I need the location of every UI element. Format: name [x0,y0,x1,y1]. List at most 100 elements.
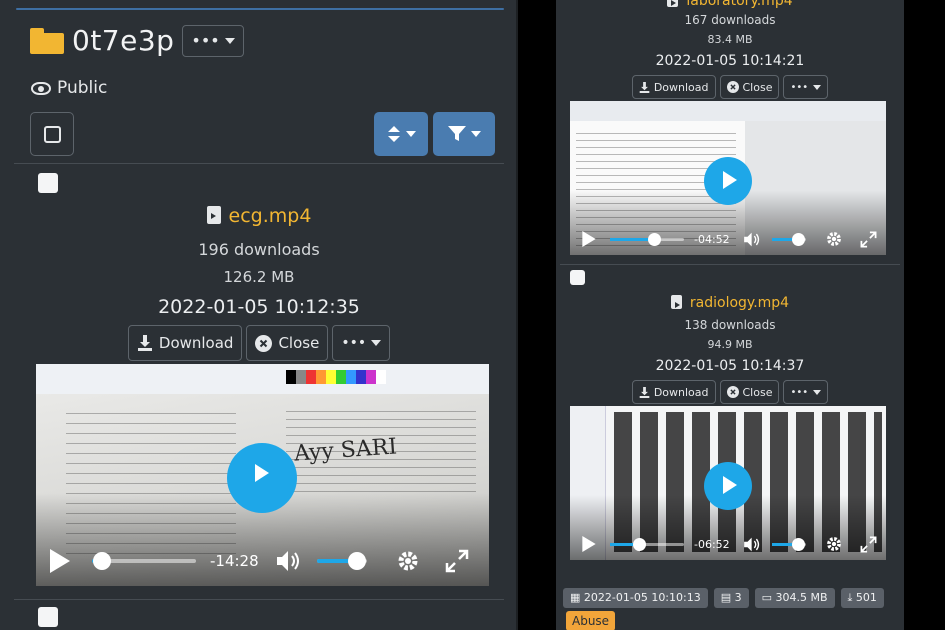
checkbox-icon [43,125,61,143]
progress-bar[interactable] [610,232,684,246]
summary-downloads-badge: ⤓ 501 [840,588,884,608]
settings-gear-icon[interactable] [397,550,419,572]
file-checkbox[interactable] [38,173,58,193]
close-circle-icon [726,386,739,398]
abuse-button[interactable]: Abuse [566,611,616,630]
volume-handle[interactable] [792,537,806,551]
file-checkbox[interactable] [570,270,585,285]
volume-icon[interactable] [743,232,762,247]
card-divider [560,264,900,265]
progress-bar[interactable] [610,537,684,551]
filter-button[interactable] [433,112,495,156]
download-label: Download [158,334,234,352]
summary-files: 3 [734,591,742,604]
download-count: 167 downloads [684,13,776,27]
folder-header: 0t7e3p ••• [30,24,244,57]
more-icon: ••• [341,335,367,351]
file-actions: Download Close ••• [556,75,904,99]
file-title: radiology.mp4 [556,295,904,311]
file-checkbox[interactable] [38,607,58,627]
file-name-link[interactable]: radiology.mp4 [690,295,789,311]
play-button[interactable] [704,462,752,510]
progress-handle[interactable] [647,232,661,246]
summary-downloads: 501 [855,591,877,604]
close-button[interactable]: Close [719,380,780,404]
drive-icon: ▭ [761,591,776,604]
video-controls: -06:52 [582,534,878,554]
download-icon: ⤓ [847,591,856,604]
video-file-icon [206,206,221,224]
volume-handle[interactable] [792,232,806,246]
time-remaining: -14:28 [210,552,259,570]
file-more-button[interactable]: ••• [783,380,829,404]
play-icon[interactable] [582,536,596,552]
folder-icon [30,27,64,54]
summary-files-badge: ▤ 3 [713,588,749,608]
play-icon[interactable] [582,231,596,247]
color-palette [286,370,386,384]
more-icon: ••• [790,81,809,93]
download-count: 138 downloads [684,318,776,332]
download-label: Download [653,80,709,94]
folder-more-button[interactable]: ••• [182,24,244,57]
close-circle-icon [255,334,273,352]
video-frame-toolbar [570,101,886,121]
file-name-link[interactable]: laboratory.mp4 [686,0,792,9]
file-title: laboratory.mp4 [556,0,904,9]
volume-icon[interactable] [276,550,303,572]
volume-slider[interactable] [771,537,806,551]
filter-icon [447,126,466,141]
close-button[interactable]: Close [719,75,780,99]
files-icon: ▤ [720,591,735,604]
settings-gear-icon[interactable] [826,536,842,552]
close-label: Close [742,80,773,94]
video-player-laboratory[interactable]: -04:52 [570,101,886,255]
file-more-button[interactable]: ••• [783,75,829,99]
play-button[interactable] [227,443,297,513]
fullscreen-icon[interactable] [860,536,877,553]
file-title: ecg.mp4 [14,205,504,227]
video-file-icon [670,295,682,309]
file-actions: Download Close ••• [556,380,904,404]
fullscreen-icon[interactable] [445,549,469,573]
fullscreen-icon[interactable] [860,231,877,248]
visibility-indicator: Public [31,78,107,98]
download-button[interactable]: Download [127,325,243,361]
play-icon[interactable] [50,549,70,573]
sort-button[interactable] [374,112,428,156]
visibility-label: Public [57,78,108,98]
folder-name: 0t7e3p [72,24,175,57]
volume-slider[interactable] [771,232,806,246]
video-player-ecg[interactable]: Ayy SARI -14:28 [36,364,489,586]
volume-handle[interactable] [347,552,366,570]
file-size: 94.9 MB [707,338,753,351]
download-button[interactable]: Download [631,75,716,99]
select-all-button[interactable] [30,112,74,156]
download-button[interactable]: Download [631,380,716,404]
more-icon: ••• [191,31,220,50]
file-size: 126.2 MB [223,268,295,286]
progress-handle[interactable] [633,537,647,551]
volume-slider[interactable] [316,552,367,570]
play-button[interactable] [704,157,752,205]
file-card-ecg: ecg.mp4 196 downloads 126.2 MB 2022-01-0… [14,165,504,597]
download-icon [137,335,152,351]
file-actions: Download Close ••• [14,325,504,361]
progress-bar[interactable] [92,552,196,570]
video-controls: -14:28 [50,546,480,576]
settings-gear-icon[interactable] [826,231,842,247]
sort-icon [387,126,400,142]
file-more-button[interactable]: ••• [332,325,391,361]
close-circle-icon [726,81,739,93]
file-size: 83.4 MB [707,33,753,46]
close-button[interactable]: Close [246,325,329,361]
video-player-radiology[interactable]: -06:52 [570,406,886,560]
eye-icon [31,81,51,95]
volume-icon[interactable] [743,537,762,552]
download-icon [639,81,650,93]
time-remaining: -04:52 [694,232,730,246]
file-name-link[interactable]: ecg.mp4 [229,205,312,227]
progress-handle[interactable] [93,552,112,570]
caret-down-icon [224,37,235,44]
right-panel: laboratory.mp4 167 downloads 83.4 MB 202… [556,0,904,630]
